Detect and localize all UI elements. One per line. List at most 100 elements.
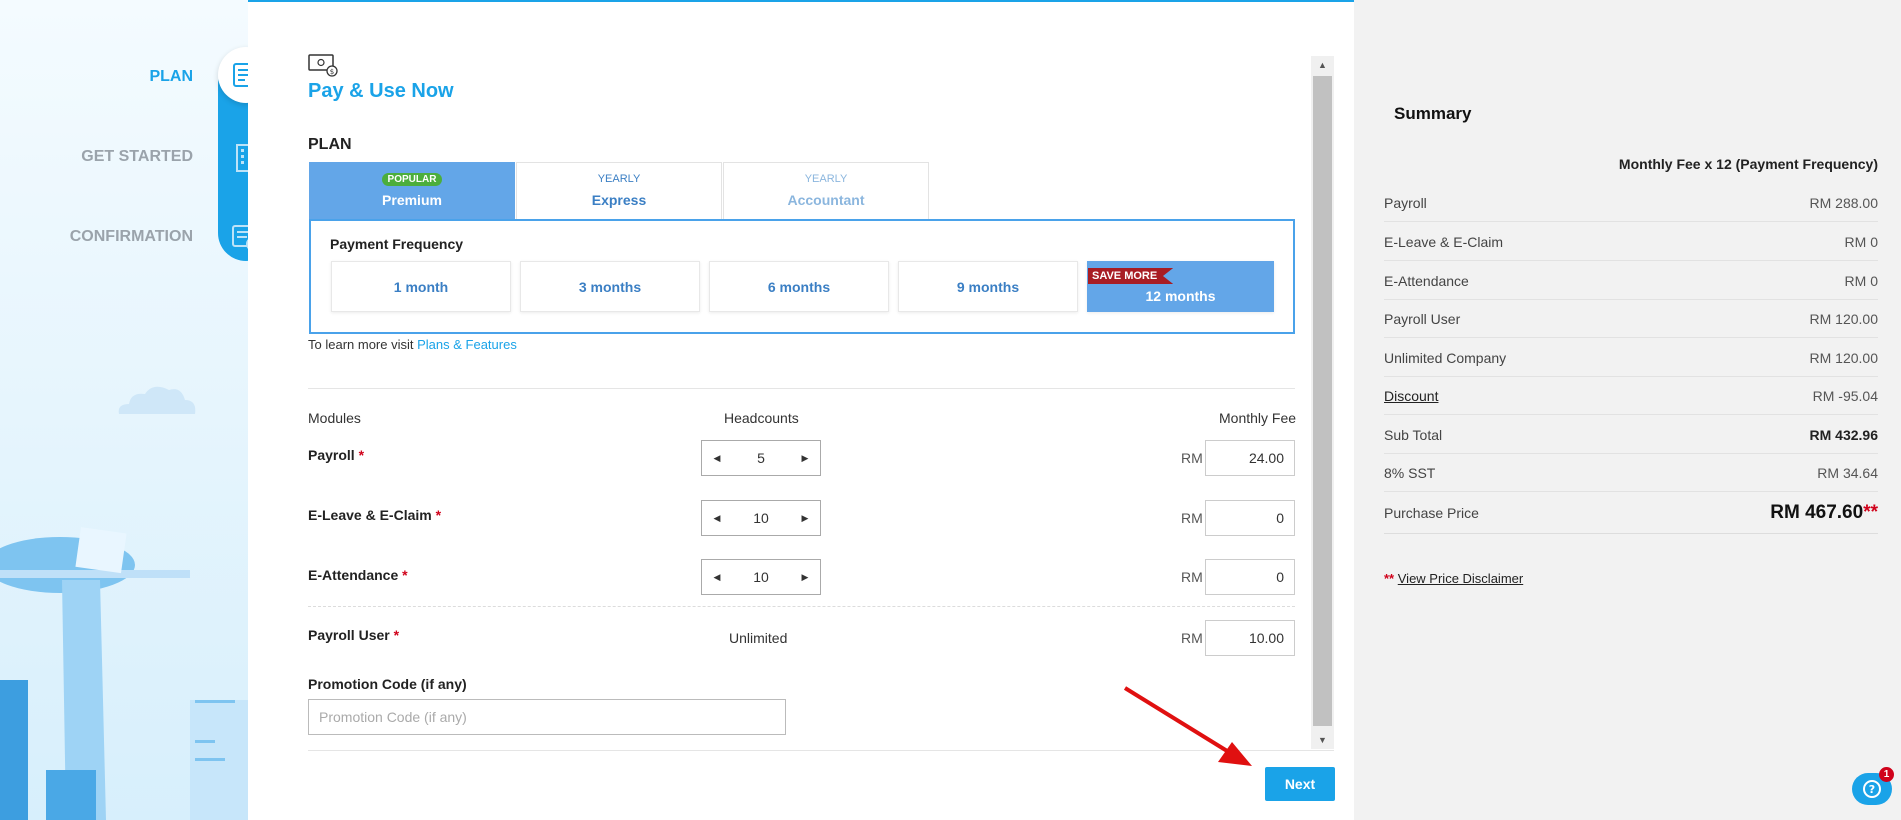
currency-label: RM xyxy=(1181,630,1203,646)
increment-icon[interactable]: ▶ xyxy=(800,453,810,464)
summary-row-eleave: E-Leave & E-Claim RM 0 xyxy=(1384,223,1878,261)
headcount-value[interactable]: 10 xyxy=(753,510,769,526)
purchase-price-label: Purchase Price xyxy=(1384,504,1479,521)
building-icon[interactable] xyxy=(230,142,248,174)
plan-tabs: POPULAR Premium YEARLY Express YEARLY Ac… xyxy=(309,162,930,219)
learn-more-prefix: To learn more visit xyxy=(308,337,414,352)
summary-row-value: RM 432.96 xyxy=(1809,426,1878,443)
step-label-get-started[interactable]: GET STARTED xyxy=(81,148,193,166)
summary-row-value: RM 288.00 xyxy=(1809,194,1878,211)
decrement-icon[interactable]: ◀ xyxy=(712,572,722,583)
discount-link[interactable]: Discount xyxy=(1384,388,1438,404)
summary-row-label: Payroll User xyxy=(1384,310,1461,327)
summary-row-purchase-price: Purchase Price RM 467.60** xyxy=(1384,492,1878,534)
currency-label: RM xyxy=(1181,450,1203,466)
headcount-stepper-eleave: ◀ 10 ▶ xyxy=(701,500,821,536)
module-label-eleave-eclaim: E-Leave & E-Claim * xyxy=(308,507,442,523)
summary-row-label: 8% SST xyxy=(1384,464,1436,481)
increment-icon[interactable]: ▶ xyxy=(800,513,810,524)
plan-tab-label: Premium xyxy=(382,192,442,208)
module-label-payroll: Payroll * xyxy=(308,447,365,463)
disclaimer-mark: ** xyxy=(1384,571,1395,586)
fee-input-eleave[interactable]: 0 xyxy=(1205,500,1295,536)
frequency-option-12-months[interactable]: SAVE MORE 12 months xyxy=(1087,261,1274,312)
step-label-confirmation[interactable]: CONFIRMATION xyxy=(70,228,193,246)
summary-row-value: RM 120.00 xyxy=(1809,349,1878,366)
frequency-option-1-month[interactable]: 1 month xyxy=(331,261,511,312)
summary-row-value: RM -95.04 xyxy=(1812,387,1878,404)
page-title: Pay & Use Now xyxy=(308,80,454,102)
headcount-stepper-payroll: ◀ 5 ▶ xyxy=(701,440,821,476)
help-icon: ? xyxy=(1863,780,1881,798)
red-arrow-annotation xyxy=(1123,686,1252,766)
currency-label: RM xyxy=(1181,569,1203,585)
summary-row-sst: 8% SST RM 34.64 xyxy=(1384,454,1878,492)
frequency-option-3-months[interactable]: 3 months xyxy=(520,261,700,312)
summary-row-value: RM 34.64 xyxy=(1817,464,1878,481)
scroll-down-icon[interactable]: ▼ xyxy=(1311,731,1334,749)
headcount-stepper-eattendance: ◀ 10 ▶ xyxy=(701,559,821,595)
headcount-value[interactable]: 5 xyxy=(757,450,765,466)
summary-row-label: Sub Total xyxy=(1384,426,1443,443)
plan-tab-sub: YEARLY xyxy=(804,173,848,185)
popular-badge: POPULAR xyxy=(381,173,443,186)
pay-card-icon: $ xyxy=(308,54,338,77)
svg-text:?: ? xyxy=(1869,783,1875,796)
fee-input-payroll[interactable]: 24.00 xyxy=(1205,440,1295,476)
monthly-fee-header: Monthly Fee xyxy=(1219,410,1297,426)
decrement-icon[interactable]: ◀ xyxy=(712,513,722,524)
view-price-disclaimer-link[interactable]: View Price Disclaimer xyxy=(1398,571,1523,586)
promo-code-label: Promotion Code (if any) xyxy=(308,676,467,692)
plan-tab-premium[interactable]: POPULAR Premium xyxy=(309,162,515,219)
summary-row-value: RM 120.00 xyxy=(1809,310,1878,327)
scroll-thumb[interactable] xyxy=(1313,76,1332,726)
payment-frequency-box: Payment Frequency 1 month 3 months 6 mon… xyxy=(309,219,1295,334)
increment-icon[interactable]: ▶ xyxy=(800,572,810,583)
plan-tab-express[interactable]: YEARLY Express xyxy=(516,162,722,219)
next-button[interactable]: Next xyxy=(1265,767,1335,801)
promo-code-input[interactable] xyxy=(308,699,786,735)
divider xyxy=(308,388,1295,389)
fee-input-payroll-user[interactable]: 10.00 xyxy=(1205,620,1295,656)
frequency-option-6-months[interactable]: 6 months xyxy=(709,261,889,312)
learn-more-text: To learn more visit Plans & Features xyxy=(308,337,517,352)
summary-row-eattendance: E-Attendance RM 0 xyxy=(1384,262,1878,300)
cloud-icon xyxy=(118,386,196,414)
summary-title: Summary xyxy=(1394,104,1472,123)
price-disclaimer: ** View Price Disclaimer xyxy=(1384,571,1523,586)
summary-row-payroll-user: Payroll User RM 120.00 xyxy=(1384,300,1878,338)
summary-row-value: RM 0 xyxy=(1844,272,1878,289)
module-label-payroll-user: Payroll User * xyxy=(308,627,400,643)
scrollbar[interactable]: ▲ ▼ xyxy=(1311,56,1334,749)
summary-row-label: Unlimited Company xyxy=(1384,349,1507,366)
summary-row-label: E-Attendance xyxy=(1384,272,1469,289)
frequency-option-label: 12 months xyxy=(1145,287,1216,304)
frequency-option-9-months[interactable]: 9 months xyxy=(898,261,1078,312)
purchase-price-mark: ** xyxy=(1863,501,1878,523)
payment-frequency-title: Payment Frequency xyxy=(330,236,464,252)
purchase-price-value: RM 467.60 xyxy=(1770,501,1864,523)
headcount-value[interactable]: 10 xyxy=(753,569,769,585)
plan-tab-accountant[interactable]: YEARLY Accountant xyxy=(723,162,929,219)
step-label-plan[interactable]: PLAN xyxy=(149,68,193,86)
save-more-ribbon: SAVE MORE xyxy=(1088,268,1174,284)
scroll-up-icon[interactable]: ▲ xyxy=(1311,56,1334,74)
edit-document-icon xyxy=(233,63,248,87)
stepper-panel: PLAN GET STARTED CONFIRMATION xyxy=(0,0,248,820)
modules-header: Modules xyxy=(308,410,361,426)
summary-row-value: RM 0 xyxy=(1844,233,1878,250)
plan-heading: PLAN xyxy=(308,136,352,153)
decrement-icon[interactable]: ◀ xyxy=(712,453,722,464)
fee-input-eattendance[interactable]: 0 xyxy=(1205,559,1295,595)
headcounts-header: Headcounts xyxy=(724,410,799,426)
module-label-eattendance: E-Attendance * xyxy=(308,567,408,583)
summary-row-label: Payroll xyxy=(1384,194,1427,211)
svg-text:$: $ xyxy=(330,68,334,76)
divider xyxy=(308,606,1295,607)
payroll-user-headcount: Unlimited xyxy=(729,630,788,646)
document-check-icon[interactable] xyxy=(230,222,248,254)
city-skyline-illustration xyxy=(0,527,248,820)
plan-tab-label: Accountant xyxy=(787,192,865,208)
plans-features-link[interactable]: Plans & Features xyxy=(417,337,517,352)
frequency-options: 1 month 3 months 6 months 9 months SAVE … xyxy=(331,261,1283,312)
